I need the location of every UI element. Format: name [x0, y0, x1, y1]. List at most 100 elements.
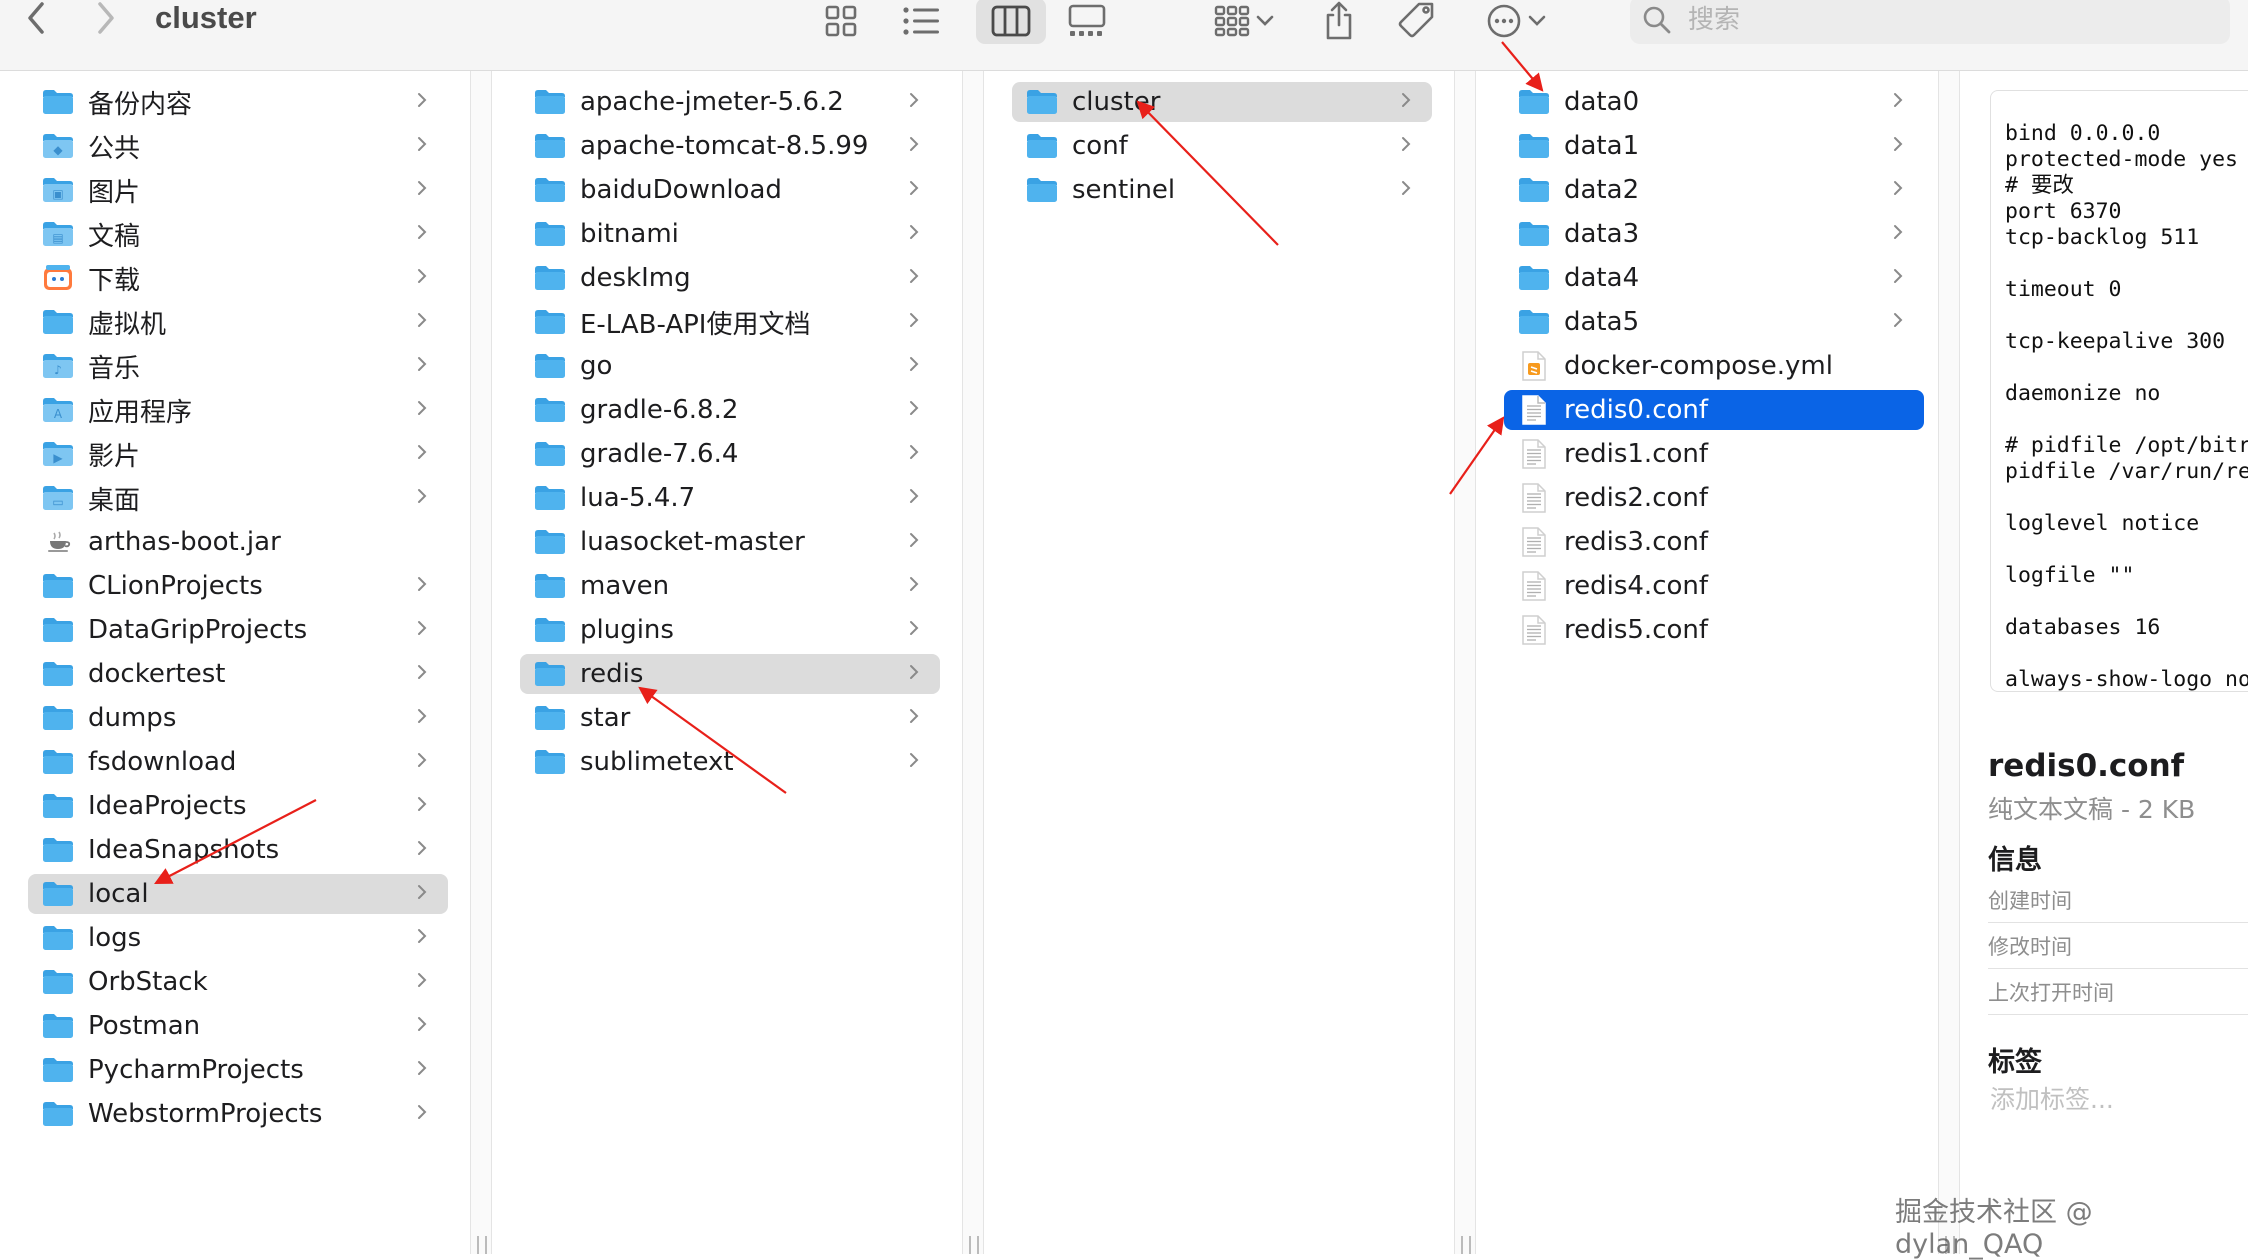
list-item[interactable]: E-LAB-API使用文档	[520, 302, 940, 342]
chevron-right-icon	[1892, 178, 1912, 203]
list-item[interactable]: logs	[28, 918, 448, 958]
list-item[interactable]: redis2.conf	[1504, 478, 1924, 518]
list-item[interactable]: PycharmProjects	[28, 1050, 448, 1090]
column-resize-handle[interactable]	[470, 71, 492, 1254]
toolbar: cluster	[0, 0, 2248, 71]
list-item[interactable]: 备份内容	[28, 82, 448, 122]
back-button[interactable]	[18, 0, 58, 40]
folder-icon	[40, 1010, 76, 1042]
folder-icon	[532, 438, 568, 470]
folder-icon	[532, 394, 568, 426]
forward-button[interactable]	[86, 0, 126, 40]
list-item[interactable]: gradle-7.6.4	[520, 434, 940, 474]
list-item[interactable]: redis	[520, 654, 940, 694]
chevron-right-icon	[416, 574, 436, 599]
list-item[interactable]: conf	[1012, 126, 1432, 166]
list-item[interactable]: CLionProjects	[28, 566, 448, 606]
column-resize-handle[interactable]	[962, 71, 984, 1254]
more-actions-button[interactable]	[1476, 0, 1556, 44]
list-item[interactable]: ▶ 影片	[28, 434, 448, 474]
list-item[interactable]: redis1.conf	[1504, 434, 1924, 474]
list-item[interactable]: WebstormProjects	[28, 1094, 448, 1134]
resize-grip-icon	[1461, 1236, 1471, 1254]
list-item[interactable]: luasocket-master	[520, 522, 940, 562]
add-tags-input[interactable]	[1990, 1085, 2240, 1114]
list-item[interactable]: data3	[1504, 214, 1924, 254]
list-item[interactable]: data1	[1504, 126, 1924, 166]
list-item-label: redis1.conf	[1564, 439, 1709, 469]
folder-icon	[532, 570, 568, 602]
list-item[interactable]: plugins	[520, 610, 940, 650]
folder-icon	[1516, 174, 1552, 206]
list-item[interactable]: cluster	[1012, 82, 1432, 122]
list-item[interactable]: go	[520, 346, 940, 386]
chevron-right-icon	[416, 90, 436, 115]
list-item[interactable]: apache-jmeter-5.6.2	[520, 82, 940, 122]
chevron-right-icon	[416, 1102, 436, 1127]
list-item[interactable]: ▭ 桌面	[28, 478, 448, 518]
list-item[interactable]: ▤ 文稿	[28, 214, 448, 254]
list-item[interactable]: deskImg	[520, 258, 940, 298]
list-item[interactable]: ▣ 图片	[28, 170, 448, 210]
list-item[interactable]: gradle-6.8.2	[520, 390, 940, 430]
list-item-label: 桌面	[88, 485, 141, 516]
list-item[interactable]: 下载	[28, 258, 448, 298]
column-resize-handle[interactable]	[1938, 71, 1960, 1254]
list-item[interactable]: DataGripProjects	[28, 610, 448, 650]
list-item[interactable]: sublimetext	[520, 742, 940, 782]
list-item[interactable]: data5	[1504, 302, 1924, 342]
list-item[interactable]: dumps	[28, 698, 448, 738]
list-item-label: redis	[580, 659, 644, 689]
svg-text:◆: ◆	[53, 143, 63, 157]
chevron-down-icon	[1528, 15, 1546, 26]
list-item[interactable]: baiduDownload	[520, 170, 940, 210]
list-item[interactable]: Postman	[28, 1006, 448, 1046]
chevron-right-icon	[908, 486, 928, 511]
column-resize-handle[interactable]	[1454, 71, 1476, 1254]
list-item[interactable]: redis4.conf	[1504, 566, 1924, 606]
folder-icon	[532, 702, 568, 734]
list-view-icon	[903, 7, 939, 35]
list-item[interactable]: A 应用程序	[28, 390, 448, 430]
list-item[interactable]: IdeaSnapshots	[28, 830, 448, 870]
list-item[interactable]: fsdownload	[28, 742, 448, 782]
public-folder-icon: ◆	[40, 130, 76, 162]
list-item[interactable]: sentinel	[1012, 170, 1432, 210]
list-item[interactable]: bitnami	[520, 214, 940, 254]
list-item[interactable]: data0	[1504, 82, 1924, 122]
tag-button[interactable]	[1390, 0, 1444, 44]
list-item[interactable]: ♪ 音乐	[28, 346, 448, 386]
file-preview[interactable]: bind 0.0.0.0 protected-mode yes # 要改 por…	[1990, 90, 2248, 692]
list-item[interactable]: IdeaProjects	[28, 786, 448, 826]
column-view-button[interactable]	[976, 0, 1046, 44]
list-item[interactable]: ◆ 公共	[28, 126, 448, 166]
icon-view-button[interactable]	[814, 0, 868, 44]
list-item[interactable]: dockertest	[28, 654, 448, 694]
column-redis: cluster conf sentinel	[984, 71, 1454, 1254]
chevron-right-icon	[416, 1014, 436, 1039]
list-view-button[interactable]	[894, 0, 948, 44]
jar-file-icon	[40, 526, 76, 558]
list-item[interactable]: docker-compose.yml	[1504, 346, 1924, 386]
list-item[interactable]: lua-5.4.7	[520, 478, 940, 518]
folder-icon	[40, 570, 76, 602]
list-item[interactable]: redis0.conf	[1504, 390, 1924, 430]
list-item[interactable]: data4	[1504, 258, 1924, 298]
search-field[interactable]	[1630, 0, 2230, 44]
list-item[interactable]: redis3.conf	[1504, 522, 1924, 562]
list-item[interactable]: OrbStack	[28, 962, 448, 1002]
list-item[interactable]: maven	[520, 566, 940, 606]
gallery-view-button[interactable]	[1060, 0, 1114, 44]
list-item-label: redis4.conf	[1564, 571, 1709, 601]
list-item[interactable]: 虚拟机	[28, 302, 448, 342]
chevron-right-icon	[908, 530, 928, 555]
list-item[interactable]: data2	[1504, 170, 1924, 210]
search-input[interactable]	[1686, 4, 2190, 36]
share-button[interactable]	[1312, 0, 1366, 44]
list-item[interactable]: redis5.conf	[1504, 610, 1924, 650]
list-item[interactable]: local	[28, 874, 448, 914]
list-item[interactable]: arthas-boot.jar	[28, 522, 448, 562]
list-item[interactable]: star	[520, 698, 940, 738]
group-button[interactable]	[1204, 0, 1284, 44]
list-item[interactable]: apache-tomcat-8.5.99	[520, 126, 940, 166]
